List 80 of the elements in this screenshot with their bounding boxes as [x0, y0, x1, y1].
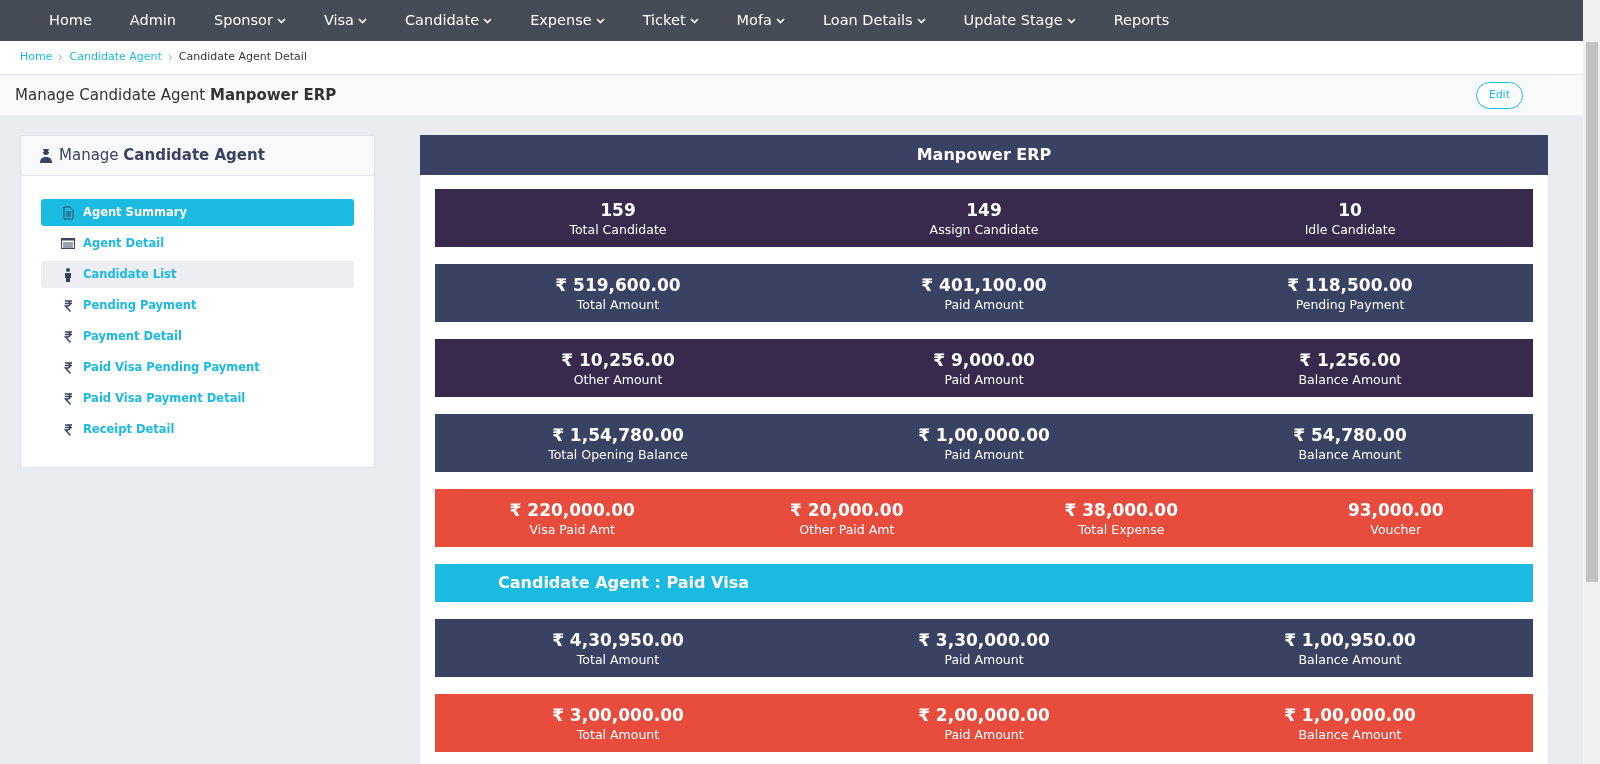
- chevron-down-icon: [916, 17, 926, 24]
- stat-value: ₹ 10,256.00: [561, 348, 675, 371]
- list-icon: [61, 238, 75, 249]
- chevron-down-icon: [595, 17, 605, 24]
- nav-link[interactable]: Home: [30, 9, 111, 32]
- nav-link[interactable]: Visa: [304, 9, 386, 32]
- stat-label: Paid Amount: [944, 445, 1024, 463]
- stat-value: ₹ 1,256.00: [1299, 348, 1401, 371]
- stat-value: 149: [966, 198, 1002, 221]
- stat-label: Visa Paid Amt: [529, 520, 615, 538]
- stat-label: Assign Candidate: [929, 220, 1039, 238]
- stat-value: ₹ 54,780.00: [1293, 423, 1407, 446]
- stat-label: Balance Amount: [1298, 650, 1402, 668]
- page-title: Manage Candidate Agent Manpower ERP: [15, 84, 337, 106]
- stat-label: Balance Amount: [1298, 370, 1402, 388]
- document-icon: [62, 205, 74, 220]
- stat-value: ₹ 401,100.00: [921, 273, 1047, 296]
- stat-value: ₹ 1,00,000.00: [1284, 703, 1416, 726]
- rupee-icon: [63, 423, 73, 436]
- stat-label: Balance Amount: [1298, 445, 1402, 463]
- stat-value: 93,000.00: [1347, 498, 1444, 521]
- stat-label: Total Amount: [576, 725, 660, 743]
- stat-value: ₹ 3,00,000.00: [552, 703, 684, 726]
- stat-label: Total Amount: [576, 650, 660, 668]
- stat-label: Total Opening Balance: [548, 445, 688, 463]
- stat-value: ₹ 220,000.00: [509, 498, 635, 521]
- user-icon: [39, 148, 53, 163]
- stat-value: ₹ 9,000.00: [933, 348, 1035, 371]
- stat-label: Paid Amount: [944, 370, 1024, 388]
- stat-label: Total Amount: [576, 295, 660, 313]
- stat-label: Paid Amount: [944, 650, 1024, 668]
- stat-label: Other Amount: [573, 370, 663, 388]
- scrollbar[interactable]: [1583, 0, 1600, 764]
- nav-link[interactable]: Reports: [1094, 9, 1189, 32]
- panel-header: Manpower ERP: [420, 135, 1548, 175]
- stat-label: Idle Candidate: [1304, 220, 1396, 238]
- nav-link[interactable]: Ticket: [623, 9, 718, 32]
- stat-value: ₹ 2,00,000.00: [918, 703, 1050, 726]
- stat-value: 159: [600, 198, 636, 221]
- stat-label: Other Paid Amt: [799, 520, 895, 538]
- chevron-down-icon: [689, 17, 699, 24]
- stat-value: ₹ 38,000.00: [1064, 498, 1178, 521]
- stat-label: Pending Payment: [1295, 295, 1405, 313]
- rupee-icon: [63, 299, 73, 312]
- chevron-down-icon: [775, 17, 785, 24]
- nav-link[interactable]: Expense: [511, 9, 624, 32]
- stat-value: ₹ 3,30,000.00: [918, 628, 1050, 651]
- section-heading: Candidate Agent : Paid Visa: [435, 564, 1533, 602]
- stat-label: Balance Amount: [1298, 725, 1402, 743]
- panel-title: Manage Candidate Agent: [59, 145, 265, 167]
- chevron-down-icon: [1066, 17, 1076, 24]
- nav-link[interactable]: Candidate: [386, 9, 512, 32]
- rupee-icon: [63, 330, 73, 343]
- stat-value: ₹ 4,30,950.00: [552, 628, 684, 651]
- chevron-down-icon: [276, 17, 286, 24]
- person-icon: [64, 267, 72, 282]
- stat-label: Voucher: [1370, 520, 1422, 538]
- nav-link[interactable]: Admin: [110, 9, 196, 32]
- nav-link[interactable]: Loan Details: [803, 9, 945, 32]
- rupee-icon: [63, 361, 73, 374]
- stat-value: 10: [1338, 198, 1362, 221]
- stat-value: ₹ 1,00,950.00: [1284, 628, 1416, 651]
- stat-label: Total Candidate: [569, 220, 667, 238]
- stat-value: ₹ 20,000.00: [790, 498, 904, 521]
- breadcrumb-separator-icon: [167, 54, 173, 61]
- nav-link[interactable]: Update Stage: [944, 9, 1095, 32]
- breadcrumb-separator-icon: [58, 54, 64, 61]
- stat-value: ₹ 519,600.00: [555, 273, 681, 296]
- stat-label: Paid Amount: [944, 295, 1024, 313]
- stat-value: ₹ 1,54,780.00: [552, 423, 684, 446]
- rupee-icon: [63, 392, 73, 405]
- stat-label: Total Expense: [1078, 520, 1165, 538]
- breadcrumb-current: Candidate Agent Detail: [178, 49, 307, 66]
- nav-link[interactable]: Sponsor: [195, 9, 305, 32]
- chevron-down-icon: [483, 17, 493, 24]
- chevron-down-icon: [358, 17, 367, 24]
- stat-value: ₹ 1,00,000.00: [918, 423, 1050, 446]
- stat-value: ₹ 118,500.00: [1287, 273, 1413, 296]
- nav-link[interactable]: Mofa: [717, 9, 804, 32]
- stat-label: Paid Amount: [944, 725, 1024, 743]
